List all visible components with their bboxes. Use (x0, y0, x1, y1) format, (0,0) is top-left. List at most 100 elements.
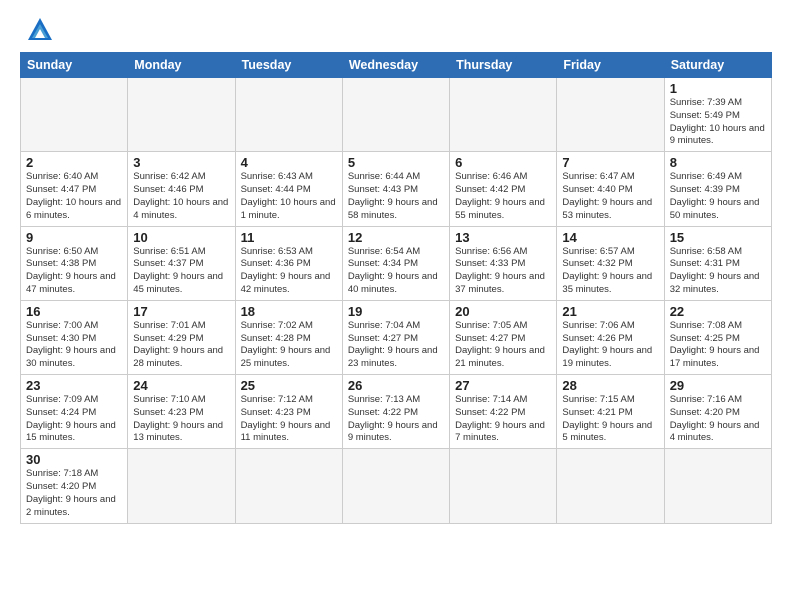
week-row-6: 30Sunrise: 7:18 AM Sunset: 4:20 PM Dayli… (21, 449, 772, 523)
day-number: 13 (455, 230, 551, 245)
day-number: 3 (133, 155, 229, 170)
day-number: 16 (26, 304, 122, 319)
day-number: 14 (562, 230, 658, 245)
day-info: Sunrise: 7:08 AM Sunset: 4:25 PM Dayligh… (670, 320, 766, 371)
day-number: 4 (241, 155, 337, 170)
day-cell: 20Sunrise: 7:05 AM Sunset: 4:27 PM Dayli… (450, 300, 557, 374)
weekday-header-sunday: Sunday (21, 53, 128, 78)
day-number: 11 (241, 230, 337, 245)
day-info: Sunrise: 7:00 AM Sunset: 4:30 PM Dayligh… (26, 320, 122, 371)
day-number: 20 (455, 304, 551, 319)
day-number: 17 (133, 304, 229, 319)
day-number: 15 (670, 230, 766, 245)
header (20, 16, 772, 44)
day-cell (664, 449, 771, 523)
day-number: 27 (455, 378, 551, 393)
day-info: Sunrise: 6:42 AM Sunset: 4:46 PM Dayligh… (133, 171, 229, 222)
page: SundayMondayTuesdayWednesdayThursdayFrid… (0, 0, 792, 612)
day-info: Sunrise: 6:46 AM Sunset: 4:42 PM Dayligh… (455, 171, 551, 222)
day-info: Sunrise: 7:39 AM Sunset: 5:49 PM Dayligh… (670, 97, 766, 148)
day-cell (235, 78, 342, 152)
day-number: 5 (348, 155, 444, 170)
week-row-2: 2Sunrise: 6:40 AM Sunset: 4:47 PM Daylig… (21, 152, 772, 226)
day-cell: 11Sunrise: 6:53 AM Sunset: 4:36 PM Dayli… (235, 226, 342, 300)
day-info: Sunrise: 6:54 AM Sunset: 4:34 PM Dayligh… (348, 246, 444, 297)
day-info: Sunrise: 6:53 AM Sunset: 4:36 PM Dayligh… (241, 246, 337, 297)
day-cell (450, 449, 557, 523)
day-cell: 9Sunrise: 6:50 AM Sunset: 4:38 PM Daylig… (21, 226, 128, 300)
weekday-header-monday: Monday (128, 53, 235, 78)
day-info: Sunrise: 6:44 AM Sunset: 4:43 PM Dayligh… (348, 171, 444, 222)
day-cell: 23Sunrise: 7:09 AM Sunset: 4:24 PM Dayli… (21, 375, 128, 449)
day-cell: 24Sunrise: 7:10 AM Sunset: 4:23 PM Dayli… (128, 375, 235, 449)
day-info: Sunrise: 7:06 AM Sunset: 4:26 PM Dayligh… (562, 320, 658, 371)
weekday-header-wednesday: Wednesday (342, 53, 449, 78)
week-row-3: 9Sunrise: 6:50 AM Sunset: 4:38 PM Daylig… (21, 226, 772, 300)
day-cell (128, 78, 235, 152)
day-number: 23 (26, 378, 122, 393)
day-info: Sunrise: 7:01 AM Sunset: 4:29 PM Dayligh… (133, 320, 229, 371)
day-info: Sunrise: 7:13 AM Sunset: 4:22 PM Dayligh… (348, 394, 444, 445)
day-number: 25 (241, 378, 337, 393)
weekday-header-friday: Friday (557, 53, 664, 78)
day-info: Sunrise: 6:58 AM Sunset: 4:31 PM Dayligh… (670, 246, 766, 297)
day-cell: 21Sunrise: 7:06 AM Sunset: 4:26 PM Dayli… (557, 300, 664, 374)
weekday-header-row: SundayMondayTuesdayWednesdayThursdayFrid… (21, 53, 772, 78)
day-cell: 17Sunrise: 7:01 AM Sunset: 4:29 PM Dayli… (128, 300, 235, 374)
week-row-4: 16Sunrise: 7:00 AM Sunset: 4:30 PM Dayli… (21, 300, 772, 374)
week-row-5: 23Sunrise: 7:09 AM Sunset: 4:24 PM Dayli… (21, 375, 772, 449)
day-number: 1 (670, 81, 766, 96)
day-cell: 10Sunrise: 6:51 AM Sunset: 4:37 PM Dayli… (128, 226, 235, 300)
day-number: 8 (670, 155, 766, 170)
day-cell: 15Sunrise: 6:58 AM Sunset: 4:31 PM Dayli… (664, 226, 771, 300)
day-number: 30 (26, 452, 122, 467)
day-cell: 30Sunrise: 7:18 AM Sunset: 4:20 PM Dayli… (21, 449, 128, 523)
day-number: 22 (670, 304, 766, 319)
day-info: Sunrise: 7:02 AM Sunset: 4:28 PM Dayligh… (241, 320, 337, 371)
day-info: Sunrise: 7:16 AM Sunset: 4:20 PM Dayligh… (670, 394, 766, 445)
day-cell: 25Sunrise: 7:12 AM Sunset: 4:23 PM Dayli… (235, 375, 342, 449)
day-cell: 14Sunrise: 6:57 AM Sunset: 4:32 PM Dayli… (557, 226, 664, 300)
day-cell (235, 449, 342, 523)
day-info: Sunrise: 7:04 AM Sunset: 4:27 PM Dayligh… (348, 320, 444, 371)
day-cell: 28Sunrise: 7:15 AM Sunset: 4:21 PM Dayli… (557, 375, 664, 449)
day-number: 29 (670, 378, 766, 393)
day-cell (557, 78, 664, 152)
day-number: 21 (562, 304, 658, 319)
day-info: Sunrise: 6:50 AM Sunset: 4:38 PM Dayligh… (26, 246, 122, 297)
weekday-header-tuesday: Tuesday (235, 53, 342, 78)
day-info: Sunrise: 6:43 AM Sunset: 4:44 PM Dayligh… (241, 171, 337, 222)
day-cell: 1Sunrise: 7:39 AM Sunset: 5:49 PM Daylig… (664, 78, 771, 152)
day-info: Sunrise: 7:09 AM Sunset: 4:24 PM Dayligh… (26, 394, 122, 445)
day-cell (342, 449, 449, 523)
day-info: Sunrise: 6:49 AM Sunset: 4:39 PM Dayligh… (670, 171, 766, 222)
day-info: Sunrise: 7:14 AM Sunset: 4:22 PM Dayligh… (455, 394, 551, 445)
day-info: Sunrise: 7:18 AM Sunset: 4:20 PM Dayligh… (26, 468, 122, 519)
day-info: Sunrise: 6:47 AM Sunset: 4:40 PM Dayligh… (562, 171, 658, 222)
day-cell: 5Sunrise: 6:44 AM Sunset: 4:43 PM Daylig… (342, 152, 449, 226)
day-number: 28 (562, 378, 658, 393)
day-cell: 29Sunrise: 7:16 AM Sunset: 4:20 PM Dayli… (664, 375, 771, 449)
day-cell (557, 449, 664, 523)
day-cell: 19Sunrise: 7:04 AM Sunset: 4:27 PM Dayli… (342, 300, 449, 374)
day-number: 7 (562, 155, 658, 170)
day-info: Sunrise: 7:12 AM Sunset: 4:23 PM Dayligh… (241, 394, 337, 445)
day-number: 6 (455, 155, 551, 170)
calendar-table: SundayMondayTuesdayWednesdayThursdayFrid… (20, 52, 772, 524)
day-cell: 13Sunrise: 6:56 AM Sunset: 4:33 PM Dayli… (450, 226, 557, 300)
day-number: 18 (241, 304, 337, 319)
day-number: 2 (26, 155, 122, 170)
day-cell: 3Sunrise: 6:42 AM Sunset: 4:46 PM Daylig… (128, 152, 235, 226)
day-cell: 18Sunrise: 7:02 AM Sunset: 4:28 PM Dayli… (235, 300, 342, 374)
day-cell: 2Sunrise: 6:40 AM Sunset: 4:47 PM Daylig… (21, 152, 128, 226)
day-info: Sunrise: 7:05 AM Sunset: 4:27 PM Dayligh… (455, 320, 551, 371)
day-cell: 27Sunrise: 7:14 AM Sunset: 4:22 PM Dayli… (450, 375, 557, 449)
day-number: 24 (133, 378, 229, 393)
day-cell: 6Sunrise: 6:46 AM Sunset: 4:42 PM Daylig… (450, 152, 557, 226)
day-info: Sunrise: 7:10 AM Sunset: 4:23 PM Dayligh… (133, 394, 229, 445)
day-cell: 22Sunrise: 7:08 AM Sunset: 4:25 PM Dayli… (664, 300, 771, 374)
day-cell: 16Sunrise: 7:00 AM Sunset: 4:30 PM Dayli… (21, 300, 128, 374)
day-cell: 7Sunrise: 6:47 AM Sunset: 4:40 PM Daylig… (557, 152, 664, 226)
day-cell (128, 449, 235, 523)
logo (20, 16, 54, 44)
